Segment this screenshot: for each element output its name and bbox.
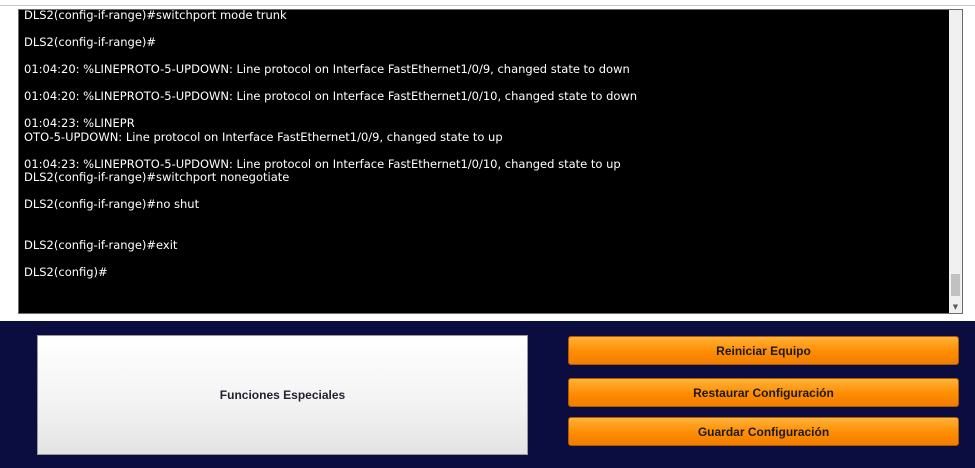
terminal-output[interactable]: DLS2(config-if-range)#switchport mode tr… <box>24 10 948 279</box>
restart-device-button[interactable]: Reiniciar Equipo <box>568 336 959 365</box>
terminal-scrollbar[interactable]: ▼ <box>949 10 962 313</box>
restore-config-button[interactable]: Restaurar Configuración <box>568 378 959 407</box>
scrollbar-thumb[interactable] <box>951 274 960 296</box>
window-top-border <box>0 0 975 6</box>
save-config-button[interactable]: Guardar Configuración <box>568 417 959 446</box>
special-functions-label: Funciones Especiales <box>219 388 346 402</box>
chevron-down-icon[interactable]: ▼ <box>951 302 960 312</box>
cli-terminal[interactable]: DLS2(config-if-range)#switchport mode tr… <box>18 9 963 314</box>
special-functions-box: Funciones Especiales <box>37 335 528 455</box>
control-panel: Funciones Especiales Reiniciar Equipo Re… <box>0 321 975 468</box>
